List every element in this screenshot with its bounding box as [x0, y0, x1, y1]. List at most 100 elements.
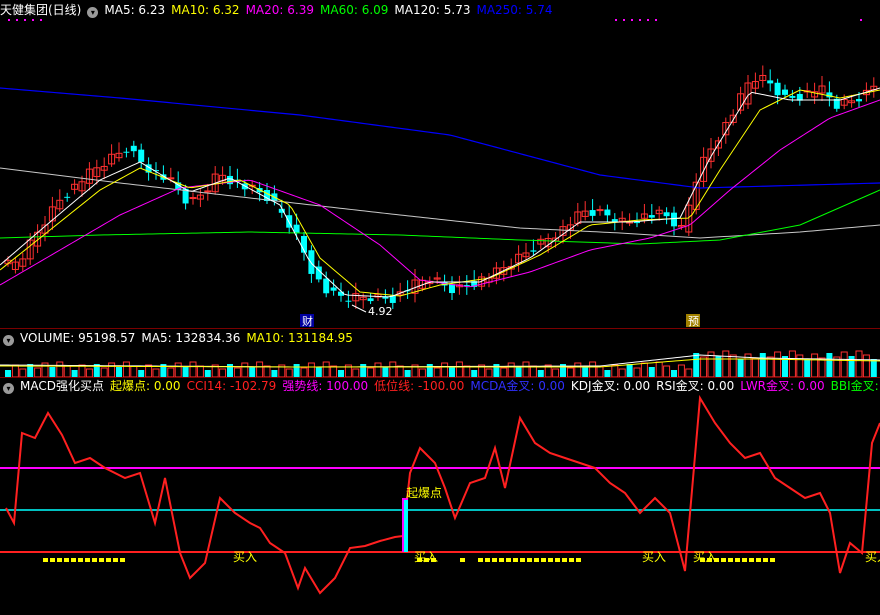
- signal-dot: [655, 19, 657, 21]
- buy-signal-dot: [85, 558, 90, 562]
- buy-signal-dot: [506, 558, 511, 562]
- volume-bar: [389, 361, 397, 377]
- candle-body: [671, 212, 677, 227]
- signal-dot: [40, 19, 42, 21]
- qibao-annotation: 起爆点: [406, 486, 442, 500]
- volume-bar: [374, 362, 382, 377]
- volume-bar: [766, 356, 774, 377]
- volume-bar: [855, 350, 863, 377]
- buy-signal-dot: [756, 558, 761, 562]
- signal-dot: [860, 19, 862, 21]
- buy-label: 买入: [693, 550, 717, 564]
- mcda-cross-label: MCDA金叉: 0.00: [470, 379, 565, 393]
- buy-signal-dot: [770, 558, 775, 562]
- candle-body: [123, 151, 130, 153]
- buy-signal-dot: [43, 558, 48, 562]
- buy-signal-dot: [57, 558, 62, 562]
- macd-indicator-chart[interactable]: 起爆点买入 买入 买入 买入 买入: [0, 393, 880, 615]
- volume-bar: [307, 362, 315, 377]
- candle-body: [589, 210, 596, 216]
- candlestick-chart[interactable]: 财 预 4.92: [0, 0, 880, 328]
- candle-body: [856, 99, 862, 102]
- candle-body: [782, 89, 788, 95]
- vol-ma5-label: MA5: 132834.36: [141, 331, 241, 345]
- vol-ma5-line: [0, 354, 880, 368]
- signal-dot: [24, 19, 26, 21]
- low-price-pointer: [351, 304, 367, 313]
- qibao-label: 起爆点: 0.00: [109, 379, 181, 393]
- buy-signal-dot: [485, 558, 490, 562]
- candle-body: [367, 298, 374, 302]
- candle-body: [130, 145, 137, 152]
- candle-body: [323, 278, 330, 294]
- buy-signal-dot: [78, 558, 83, 562]
- low-price-label: 4.92: [368, 305, 393, 318]
- volume-bar: [700, 356, 708, 377]
- buy-signal-dot: [113, 558, 118, 562]
- volume-bar: [804, 359, 811, 377]
- buy-signal-dot: [742, 558, 747, 562]
- candle-body: [604, 209, 611, 216]
- volume-bar: [862, 354, 870, 377]
- volume-bar: [241, 362, 249, 377]
- signal-dot: [8, 19, 10, 21]
- signal-dot: [647, 19, 649, 21]
- kdj-cross-label: KDJ金叉: 0.00: [570, 379, 651, 393]
- candle-body: [345, 300, 352, 302]
- buy-signal-dot: [527, 558, 532, 562]
- candle-body: [204, 190, 212, 193]
- candle-body: [308, 250, 315, 274]
- signal-dot: [16, 19, 18, 21]
- buy-signal-dot: [735, 558, 740, 562]
- buy-signal-dot: [555, 558, 560, 562]
- buy-signal-dot: [478, 558, 483, 562]
- volume-bar: [256, 361, 264, 377]
- qibao-bar-right: [404, 500, 408, 552]
- volume-bar: [174, 362, 182, 377]
- cci14-label: CCI14: -102.79: [186, 379, 277, 393]
- candle-body: [648, 215, 655, 218]
- buy-signal-dot: [534, 558, 539, 562]
- volume-bar: [826, 353, 833, 377]
- buy-signal-dot: [64, 558, 69, 562]
- buy-signal-dot: [728, 558, 733, 562]
- candle-body: [530, 250, 537, 252]
- bbi-cross-label: BBI金叉: 0.00: [830, 379, 880, 393]
- buy-label: 买入: [414, 550, 438, 564]
- strong-line-label: 强势线: 100.00: [282, 379, 369, 393]
- indicator-title[interactable]: MACD强化买点: [20, 379, 104, 393]
- lwr-cross-label: LWR金叉: 0.00: [740, 379, 825, 393]
- volume-bar: [759, 353, 766, 377]
- candle-body: [767, 80, 774, 84]
- buy-signal-dot: [763, 558, 768, 562]
- signal-dot: [615, 19, 617, 21]
- signal-dot: [623, 19, 625, 21]
- buy-signal-dot: [541, 558, 546, 562]
- volume-bar: [640, 362, 648, 377]
- volume-bar: [108, 362, 116, 377]
- volume-bar: [589, 361, 597, 377]
- volume-bar: [322, 361, 330, 377]
- buy-label: 买入: [233, 550, 257, 564]
- buy-signal-dot: [499, 558, 504, 562]
- volume-bar: [774, 351, 782, 377]
- volume-bar: [522, 361, 530, 377]
- volume-chart[interactable]: [0, 345, 880, 377]
- volume-bar: [455, 361, 463, 377]
- buy-signal-dot: [71, 558, 76, 562]
- volume-bar: [811, 353, 819, 377]
- signal-dot: [631, 19, 633, 21]
- buy-signal-dot: [492, 558, 497, 562]
- candle-body: [189, 197, 197, 200]
- signal-dot: [639, 19, 641, 21]
- volume-bar: [56, 361, 64, 377]
- volume-bar: [840, 351, 848, 377]
- yu-marker: 预: [688, 315, 699, 328]
- buy-signal-dot: [548, 558, 553, 562]
- cci14-line: [5, 394, 880, 595]
- volume-bar: [507, 362, 515, 377]
- signal-dot: [32, 19, 34, 21]
- low-line-label: 低位线: -100.00: [374, 379, 465, 393]
- volume-bar: [788, 350, 796, 377]
- buy-label: 买入: [642, 550, 666, 564]
